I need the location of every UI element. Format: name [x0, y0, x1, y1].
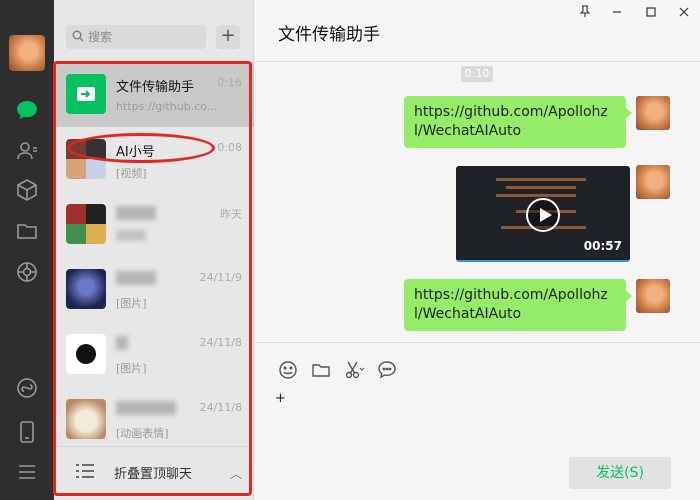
chat-title: 文件传输助手: [278, 25, 380, 45]
chat-name: [116, 206, 156, 220]
chat-items: 文件传输助手 0:16 https://github.co... AI小号 0:…: [54, 62, 254, 452]
chat-preview: [图片]: [116, 362, 147, 375]
chat-item[interactable]: 24/11/8 [动画表情]: [54, 387, 254, 452]
sender-avatar[interactable]: [636, 165, 670, 199]
play-icon[interactable]: [526, 198, 560, 232]
contacts-icon[interactable]: [15, 139, 39, 163]
avatar-icon: [66, 334, 106, 374]
chat-preview: [116, 230, 146, 241]
chat-preview: [视频]: [116, 167, 147, 180]
sidebar-rail: [0, 0, 54, 500]
mini-program-icon[interactable]: [15, 376, 39, 400]
minimize-icon[interactable]: [607, 5, 627, 21]
sender-avatar[interactable]: [636, 96, 670, 130]
avatar-icon: [66, 269, 106, 309]
user-avatar[interactable]: [9, 35, 45, 71]
chat-name: [116, 336, 128, 350]
close-icon[interactable]: [674, 5, 694, 21]
fold-pinned-chats[interactable]: 折叠置顶聊天 ︿: [54, 446, 254, 500]
chat-time: 0:08: [217, 141, 242, 154]
message-input[interactable]: +: [275, 391, 680, 451]
folder-icon[interactable]: [310, 359, 332, 381]
group-avatar-icon: [66, 139, 106, 179]
chat-name: [116, 271, 156, 285]
search-icon: [72, 30, 84, 42]
sender-avatar[interactable]: [636, 279, 670, 313]
chat-bubble-icon[interactable]: [376, 359, 398, 381]
add-chat-button[interactable]: +: [216, 25, 240, 49]
chat-name: AI小号: [116, 145, 155, 160]
message-bubble[interactable]: https://github.com/Apollohzl/WechatAIAut…: [404, 279, 632, 331]
menu-icon[interactable]: [15, 460, 39, 484]
message-timestamp: 0:10: [461, 66, 493, 82]
search-box[interactable]: [66, 25, 206, 49]
chat-preview: [动画表情]: [116, 427, 169, 440]
phone-icon[interactable]: [15, 420, 39, 444]
chat-list-panel: + 文件传输助手 0:16 https://github.co... AI小号 …: [54, 0, 254, 500]
fold-label: 折叠置顶聊天: [114, 467, 193, 482]
moments-icon[interactable]: [15, 260, 39, 284]
chat-item[interactable]: 昨天: [54, 192, 254, 257]
chat-time: 24/11/8: [199, 336, 242, 349]
composer: + 发送(S): [255, 342, 700, 500]
chat-preview: https://github.co...: [116, 100, 218, 113]
chevron-up-icon: ︿: [229, 467, 242, 481]
scissors-icon[interactable]: [343, 359, 365, 381]
send-button[interactable]: 发送(S): [569, 457, 671, 489]
chat-header: 文件传输助手: [255, 0, 700, 62]
video-message[interactable]: 00:57: [456, 166, 630, 262]
chat-item-ai[interactable]: AI小号 0:08 [视频]: [54, 127, 254, 192]
list-icon: [76, 464, 94, 478]
folder-icon[interactable]: [15, 219, 39, 243]
group-avatar-icon: [66, 204, 106, 244]
chat-icon[interactable]: [15, 98, 39, 122]
chat-name: 文件传输助手: [116, 80, 195, 95]
favorites-icon[interactable]: [15, 178, 39, 202]
chat-item-file-transfer[interactable]: 文件传输助手 0:16 https://github.co...: [54, 62, 254, 127]
chat-time: 昨天: [220, 208, 242, 221]
chat-preview: [图片]: [116, 297, 147, 310]
chat-name: [116, 401, 176, 415]
chat-time: 0:16: [217, 76, 242, 89]
file-transfer-icon: [66, 74, 106, 114]
chat-window: 文件传输助手 0:10 https://github.com/Apollohzl…: [255, 0, 700, 500]
video-duration: 00:57: [583, 239, 622, 253]
message-bubble[interactable]: https://github.com/Apollohzl/WechatAIAut…: [404, 96, 632, 148]
chat-item[interactable]: 24/11/8 [图片]: [54, 322, 254, 387]
emoji-icon[interactable]: [277, 359, 299, 381]
search-input[interactable]: [88, 28, 198, 46]
chat-item[interactable]: 24/11/9 [图片]: [54, 257, 254, 322]
chat-time: 24/11/9: [199, 271, 242, 284]
avatar-icon: [66, 399, 106, 439]
pin-icon[interactable]: [575, 5, 595, 21]
maximize-icon[interactable]: [641, 5, 661, 21]
chat-time: 24/11/8: [199, 401, 242, 414]
